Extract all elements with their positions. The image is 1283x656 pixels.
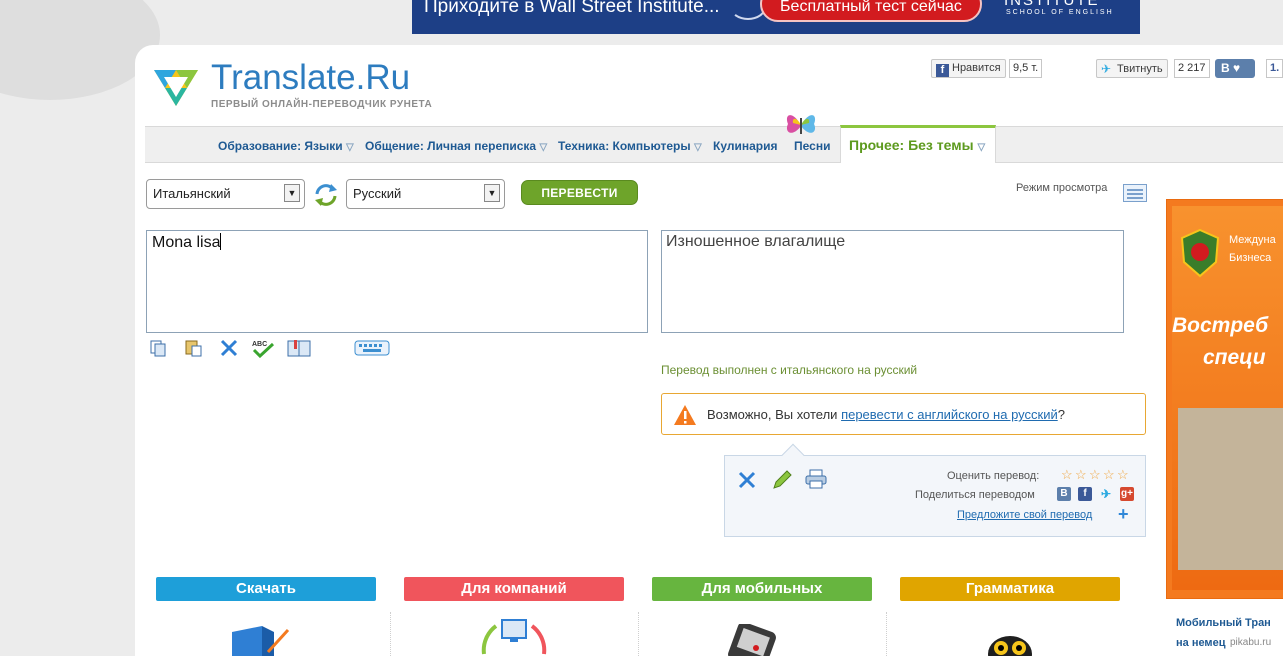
watermark: pikabu.ru (1230, 637, 1272, 648)
star-icon[interactable]: ☆ (1061, 468, 1074, 481)
swap-languages-icon[interactable] (313, 182, 339, 208)
logo-title[interactable]: Translate.Ru (211, 58, 410, 98)
star-icon[interactable]: ☆ (1089, 468, 1102, 481)
ad-line-2: Бизнеса (1229, 252, 1272, 264)
dropdown-arrow-icon: ▽ (345, 142, 354, 153)
vk-share-icon[interactable]: В (1057, 487, 1071, 501)
facebook-like-count: 9,5 т. (1009, 59, 1043, 78)
nav-item-education[interactable]: Образование: Языки ▽ (218, 139, 354, 153)
nav-item-computers[interactable]: Техника: Компьютеры ▽ (558, 139, 702, 153)
nav-item-communication[interactable]: Общение: Личная переписка ▽ (365, 139, 547, 153)
source-language-value: Итальянский (153, 186, 231, 201)
paste-icon[interactable] (183, 338, 205, 358)
target-language-value: Русский (353, 186, 402, 201)
warning-icon (674, 405, 696, 425)
tweet-button[interactable]: ✈ Твитнуть (1096, 59, 1168, 78)
crest-icon (1180, 228, 1220, 278)
nav-item-cooking[interactable]: Кулинария (713, 139, 777, 153)
logo-icon[interactable] (150, 64, 202, 110)
chevron-down-icon[interactable]: ▼ (484, 184, 500, 202)
vk-like-button[interactable]: В ♥ (1215, 59, 1255, 78)
software-box-icon[interactable] (228, 622, 292, 656)
ad-photo (1178, 408, 1283, 570)
text-caret (220, 233, 222, 250)
divider (390, 612, 391, 656)
dictionary-icon[interactable] (286, 338, 312, 358)
target-language-select[interactable]: Русский ▼ (346, 179, 505, 209)
print-icon[interactable] (804, 469, 828, 489)
dropdown-arrow-icon: ▽ (977, 142, 986, 153)
banner-cta-button[interactable]: Бесплатный тест сейчас (760, 0, 982, 22)
dropdown-arrow-icon: ▽ (693, 142, 702, 153)
copy-icon[interactable] (148, 338, 170, 358)
facebook-like-label: Нравится (952, 62, 1001, 74)
banner-brand-sub: SCHOOL OF ENGLISH (1006, 9, 1114, 16)
for-mobile-tab[interactable]: Для мобильных (652, 577, 872, 601)
star-icon[interactable]: ☆ (1075, 468, 1088, 481)
mobile-phone-icon[interactable] (726, 624, 778, 656)
facebook-like-button[interactable]: f Нравится (931, 59, 1006, 78)
banner-brand: INSTITUTE (1004, 0, 1100, 9)
download-tab[interactable]: Скачать (156, 577, 376, 601)
spellcheck-icon[interactable]: ABC (251, 338, 277, 358)
tweet-count: 2 217 (1174, 59, 1210, 78)
top-banner-ad[interactable]: Приходите в Wall Street Institute... Бес… (412, 0, 1140, 34)
source-text-input[interactable]: Mona lisa (146, 230, 648, 333)
twitter-icon: ✈ (1101, 62, 1112, 76)
result-text-value: Изношенное влагалище (666, 233, 846, 250)
star-icon[interactable]: ☆ (1117, 468, 1130, 481)
chevron-down-icon[interactable]: ▼ (284, 184, 300, 202)
tweet-label: Твитнуть (1117, 63, 1163, 75)
divider (886, 612, 887, 656)
suggestion-text: Возможно, Вы хотели перевести с английск… (707, 407, 1065, 422)
suggest-own-translation-link[interactable]: Предложите свой перевод (957, 509, 1092, 521)
suggestion-link[interactable]: перевести с английского на русский (841, 407, 1058, 422)
ad-headline-1: Востреб (1172, 314, 1269, 337)
source-language-select[interactable]: Итальянский ▼ (146, 179, 305, 209)
google-plus-share-icon[interactable]: g+ (1120, 487, 1134, 501)
delete-result-icon[interactable] (737, 470, 757, 490)
logo-subtitle: ПЕРВЫЙ ОНЛАЙН-ПЕРЕВОДЧИК РУНЕТА (211, 99, 433, 110)
source-text-value: Mona lisa (152, 234, 221, 251)
divider (638, 612, 639, 656)
view-mode-label[interactable]: Режим просмотра (1016, 182, 1107, 194)
twitter-share-icon[interactable]: ✈ (1099, 487, 1113, 501)
facebook-icon: f (936, 64, 949, 77)
heart-icon: ♥ (1233, 61, 1241, 75)
plus-icon[interactable]: + (1118, 504, 1129, 525)
rate-translation-label: Оценить перевод: (947, 470, 1040, 482)
banner-text: Приходите в Wall Street Institute... (424, 0, 720, 17)
dropdown-arrow-icon: ▽ (539, 142, 548, 153)
nav-item-songs[interactable]: Песни (794, 139, 830, 153)
for-companies-tab[interactable]: Для компаний (404, 577, 624, 601)
clear-icon[interactable] (218, 338, 240, 358)
translation-direction-note: Перевод выполнен с итальянского на русск… (661, 363, 918, 377)
owl-icon[interactable] (986, 634, 1034, 656)
star-icon[interactable]: ☆ (1103, 468, 1116, 481)
butterfly-icon (786, 115, 816, 134)
ad-line-1: Междуна (1229, 234, 1276, 246)
active-topic-label[interactable]: Прочее: Без темы ▽ (849, 137, 985, 153)
ad-headline-2: специ (1203, 346, 1266, 369)
mobile-promo-line-1[interactable]: Мобильный Тран (1176, 617, 1271, 629)
translation-result: Изношенное влагалище (661, 230, 1124, 333)
facebook-share-icon[interactable]: f (1078, 487, 1092, 501)
vk-like-count: 1. (1266, 59, 1283, 78)
mobile-promo-line-2[interactable]: на немец (1176, 637, 1225, 649)
view-mode-icon[interactable] (1123, 184, 1147, 202)
network-computer-icon[interactable] (476, 614, 552, 656)
translate-button[interactable]: ПЕРЕВЕСТИ (521, 180, 638, 205)
edit-pencil-icon[interactable] (771, 469, 793, 491)
grammar-tab[interactable]: Грамматика (900, 577, 1120, 601)
svg-text:ABC: ABC (252, 341, 267, 348)
vk-label: В (1221, 61, 1230, 75)
share-translation-label: Поделиться переводом (915, 489, 1035, 501)
keyboard-icon[interactable] (354, 338, 390, 358)
